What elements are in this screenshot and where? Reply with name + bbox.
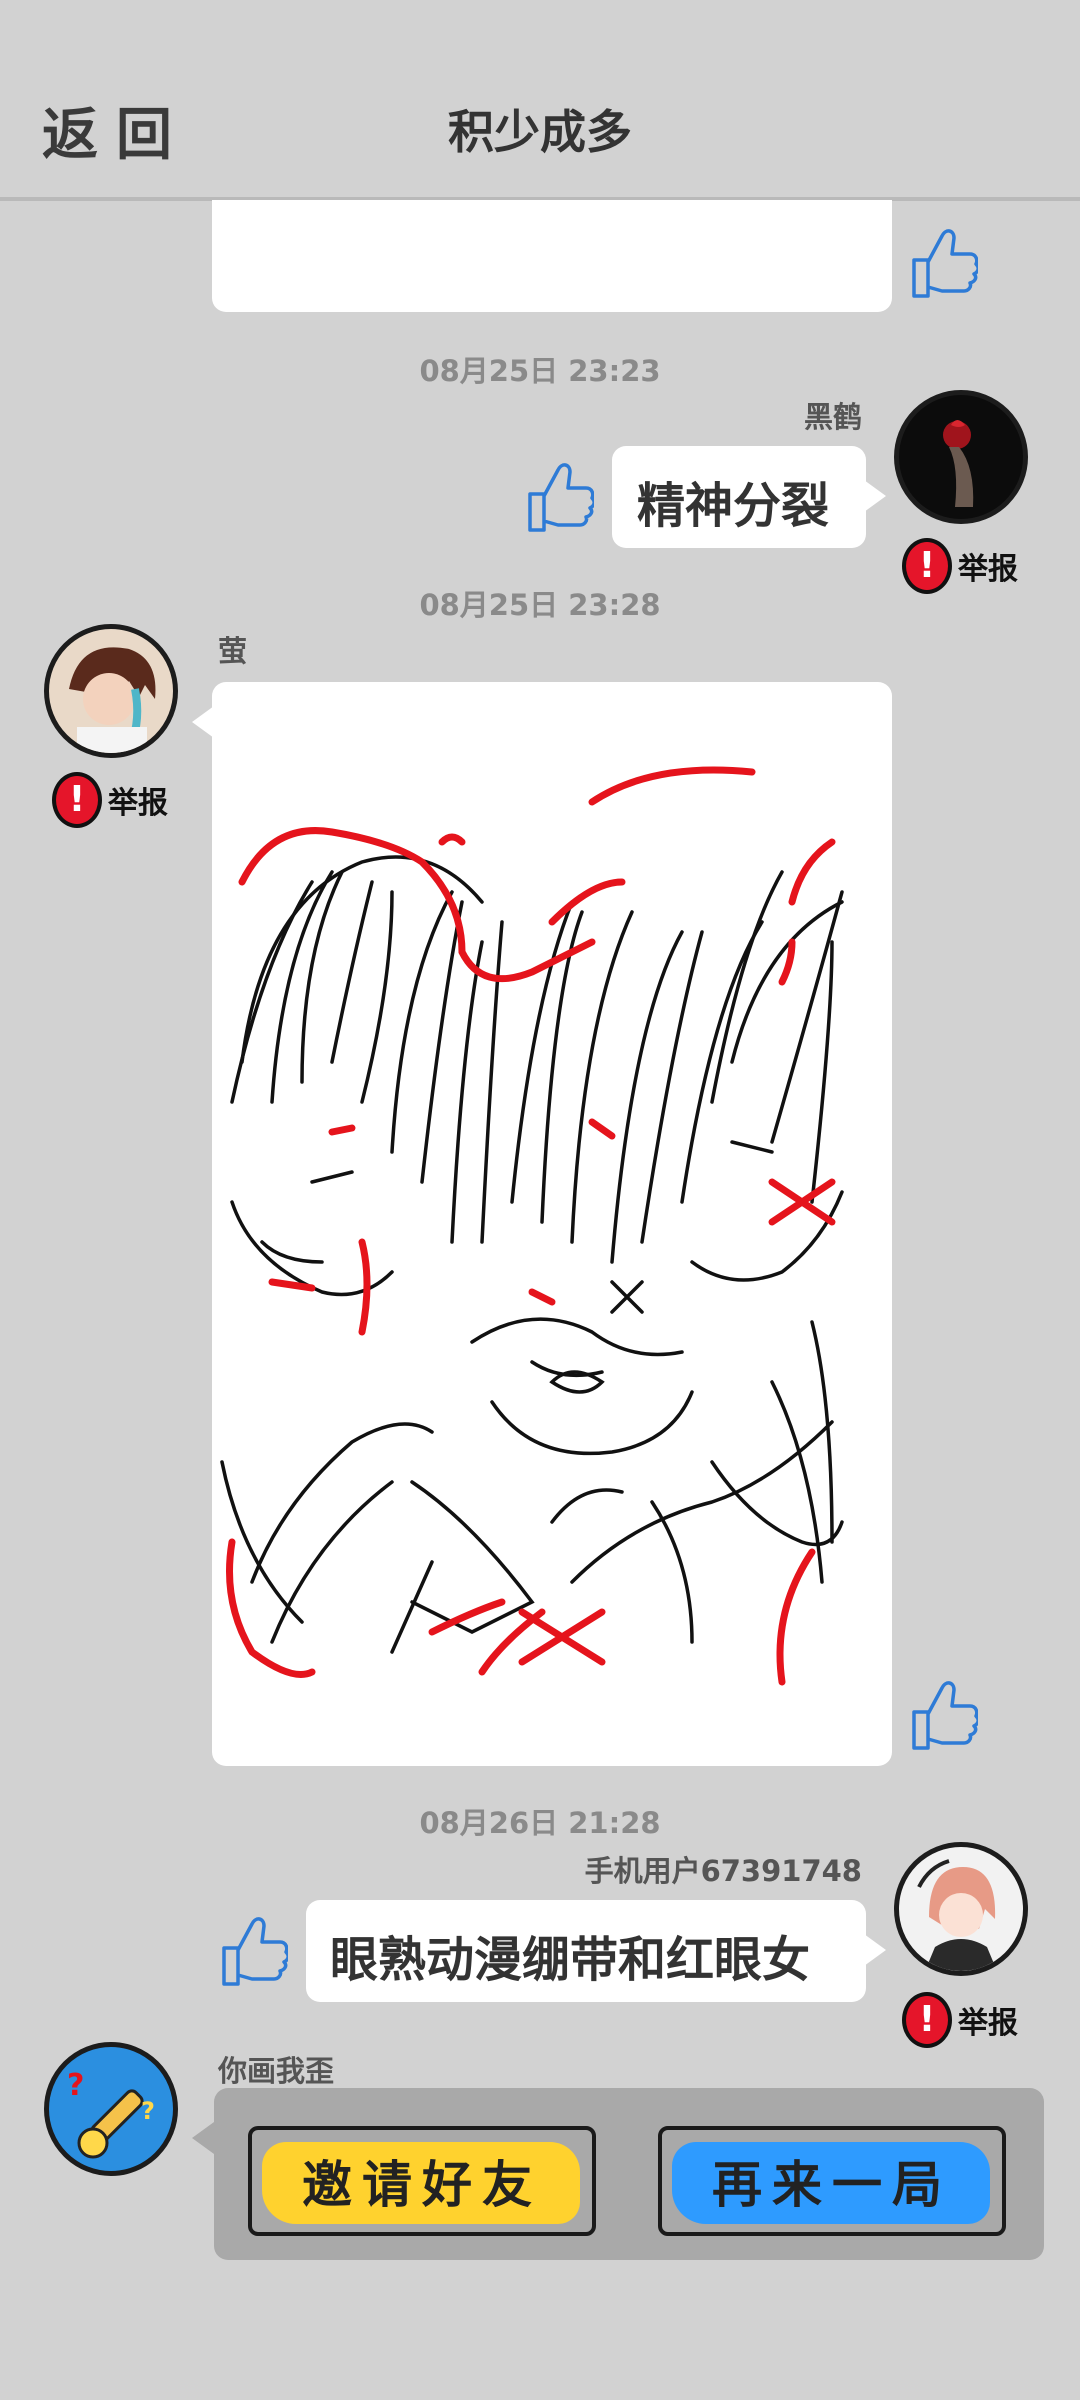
report-button[interactable]: ! 举报 xyxy=(52,770,168,830)
bubble-tail xyxy=(192,2122,214,2154)
exclamation-icon: ! xyxy=(52,772,102,828)
report-button[interactable]: ! 举报 xyxy=(902,1990,1018,2050)
drawing-image[interactable] xyxy=(212,682,892,1766)
avatar[interactable] xyxy=(44,624,178,758)
message-text: 眼熟动漫绷带和红眼女 xyxy=(330,1932,811,1988)
bot-avatar[interactable]: ? ? xyxy=(44,2042,178,2176)
thumbs-up-icon[interactable] xyxy=(906,1674,978,1754)
play-again-button[interactable]: 再来一局 xyxy=(658,2126,1006,2236)
message-timestamp: 08月25日 23:23 xyxy=(419,354,661,388)
svg-text:?: ? xyxy=(67,2068,84,2103)
avatar[interactable] xyxy=(894,1842,1028,1976)
drawing-message-bubble xyxy=(212,682,892,1766)
bot-name: 你画我歪 xyxy=(218,2054,335,2088)
svg-text:?: ? xyxy=(141,2097,155,2125)
message-timestamp: 08月25日 23:28 xyxy=(419,588,661,622)
sender-name: 萤 xyxy=(218,634,248,668)
bubble-tail xyxy=(864,480,886,512)
page-title: 积少成多 xyxy=(448,105,632,159)
sender-name: 手机用户67391748 xyxy=(584,1854,862,1888)
message-text: 精神分裂 xyxy=(637,478,830,534)
sender-name: 黑鹤 xyxy=(803,400,862,434)
message-timestamp: 08月26日 21:28 xyxy=(419,1806,661,1840)
bubble-tail xyxy=(864,1934,886,1966)
action-bar: 邀请好友 再来一局 xyxy=(214,2088,1044,2260)
thumbs-up-icon[interactable] xyxy=(216,1910,288,1990)
exclamation-icon: ! xyxy=(902,1992,952,2048)
previous-message-bubble xyxy=(212,200,892,312)
top-bar: 返回 积少成多 xyxy=(0,0,1080,201)
bubble-tail xyxy=(192,706,214,738)
thumbs-up-icon[interactable] xyxy=(906,222,978,302)
avatar[interactable] xyxy=(894,390,1028,524)
thumbs-up-icon[interactable] xyxy=(522,456,594,536)
invite-friends-button[interactable]: 邀请好友 xyxy=(248,2126,596,2236)
